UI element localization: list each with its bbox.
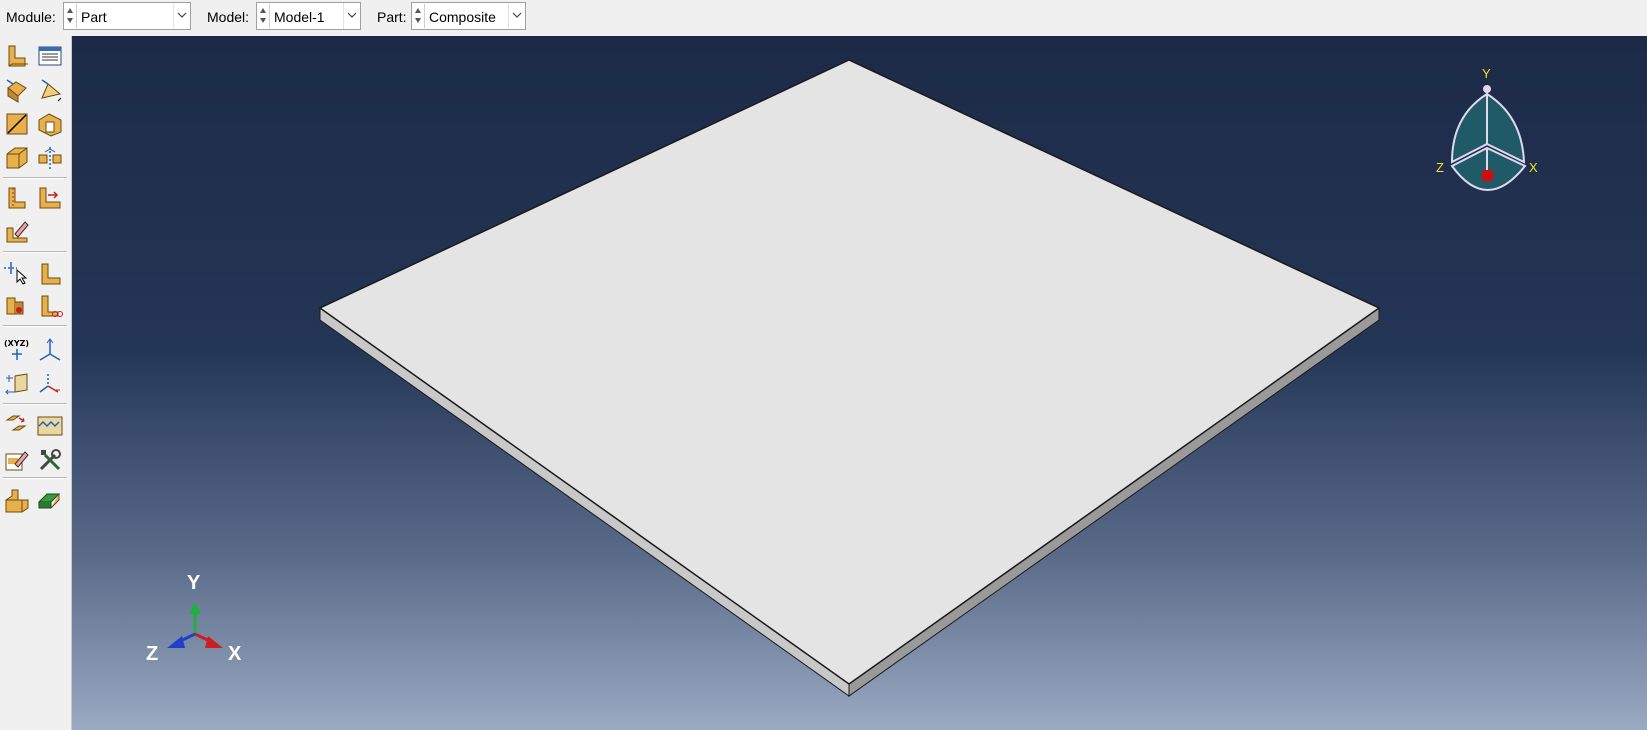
- edit-feature-icon[interactable]: [3, 218, 31, 246]
- virtual-topology-icon[interactable]: [36, 412, 64, 440]
- sketch-icon[interactable]: [3, 446, 31, 474]
- graphics-viewport[interactable]: Y X Z Y X Z: [72, 36, 1647, 730]
- module-spinner[interactable]: [65, 4, 77, 28]
- chevron-down-icon[interactable]: [343, 3, 360, 29]
- shell-extrude-icon[interactable]: [36, 76, 64, 104]
- part-combo[interactable]: Composite: [411, 2, 526, 30]
- view-cube-x-label: X: [1529, 160, 1538, 175]
- orientation-triad: [167, 602, 223, 648]
- part-model: [167, 59, 1527, 697]
- toolbox-separator: [3, 251, 67, 253]
- datum-plane-icon[interactable]: [3, 370, 31, 398]
- create-part-icon[interactable]: [3, 42, 31, 70]
- partition-cell-icon[interactable]: [3, 184, 31, 212]
- part-value: Composite: [429, 9, 496, 25]
- toolbox-separator: [3, 325, 67, 327]
- mesh-part-icon[interactable]: [36, 486, 64, 514]
- context-bar: Module: Part Model: Model-1 Part: Compos…: [0, 0, 1647, 36]
- module-combo[interactable]: Part: [63, 2, 191, 30]
- datum-axis-icon[interactable]: [36, 336, 64, 364]
- model-combo[interactable]: Model-1: [256, 2, 361, 30]
- part-label: Part:: [377, 9, 407, 25]
- part-spinner[interactable]: [413, 4, 425, 28]
- plate-top-face: [318, 59, 1381, 685]
- module-value: Part: [81, 9, 107, 25]
- view-cube-z-label: Z: [1436, 160, 1444, 175]
- chevron-down-icon[interactable]: [508, 3, 525, 29]
- assembly-icon[interactable]: [3, 486, 31, 514]
- partition-face-icon[interactable]: [36, 184, 64, 212]
- triad-z-label: Z: [146, 643, 159, 665]
- view-cube: [1450, 85, 1527, 191]
- triad-x-label: X: [228, 643, 242, 665]
- toolbox: (XYZ): [0, 36, 72, 730]
- tools-icon[interactable]: [36, 446, 64, 474]
- chevron-down-icon[interactable]: [173, 3, 190, 29]
- part-manager-icon[interactable]: [36, 42, 64, 70]
- create-datum-point-icon[interactable]: [3, 260, 31, 288]
- model-spinner[interactable]: [258, 4, 270, 28]
- triad-y-label: Y: [187, 572, 201, 594]
- solid-extrude-icon[interactable]: [3, 76, 31, 104]
- toolbox-separator: [3, 477, 67, 479]
- toolbox-separator: [3, 177, 67, 179]
- chamfer-icon[interactable]: [3, 144, 31, 172]
- model-label: Model:: [207, 9, 250, 25]
- cut-extrude-icon[interactable]: [36, 110, 64, 138]
- mirror-icon[interactable]: [36, 144, 64, 172]
- wire-icon[interactable]: [3, 110, 31, 138]
- view-cube-y-label: Y: [1482, 66, 1491, 81]
- create-datum-point-icon[interactable]: (XYZ): [3, 336, 31, 364]
- datum-axis-icon[interactable]: [36, 260, 64, 288]
- model-value: Model-1: [274, 9, 325, 25]
- datum-csys-icon[interactable]: [36, 292, 64, 320]
- repair-icon[interactable]: [3, 412, 31, 440]
- datum-plane-icon[interactable]: [3, 292, 31, 320]
- toolbox-separator: [3, 403, 67, 405]
- module-label: Module:: [6, 9, 56, 25]
- datum-csys-icon[interactable]: [36, 370, 64, 398]
- svg-text:(XYZ): (XYZ): [4, 339, 29, 348]
